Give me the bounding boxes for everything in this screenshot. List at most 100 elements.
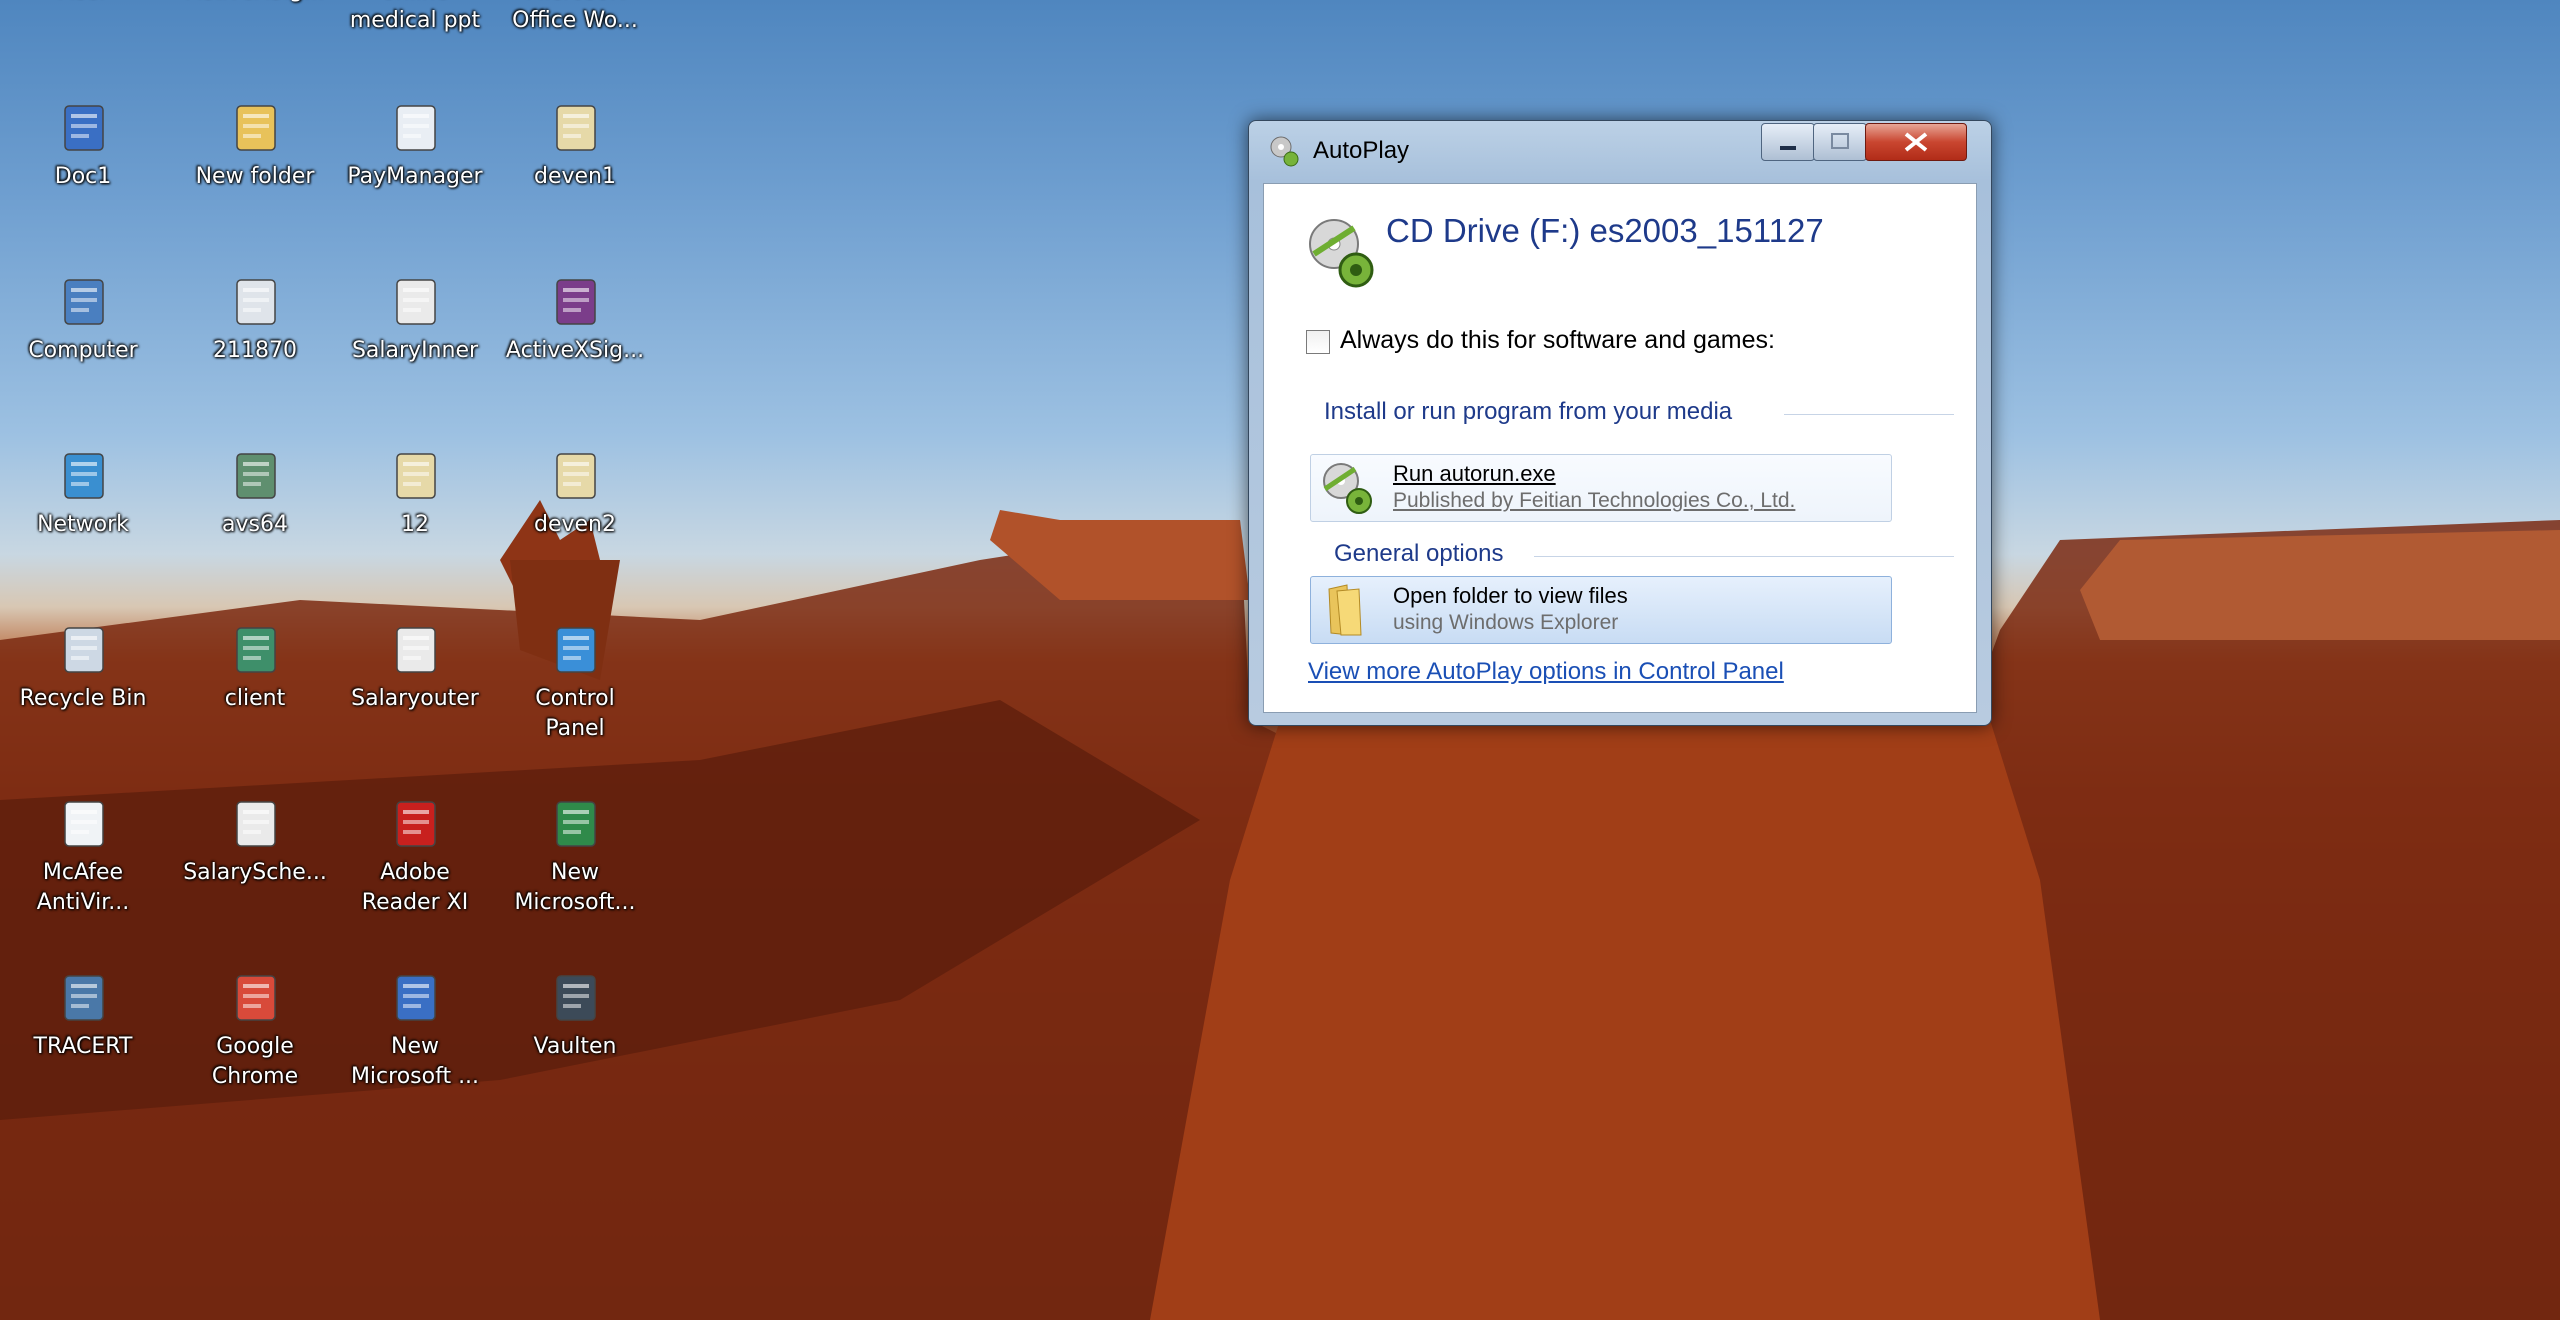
desktop-icon-label: New Microsoft... [514,860,636,915]
certificate-icon [387,448,443,504]
desktop-icon-label: Acer [8,0,158,6]
installer-icon [227,448,283,504]
desktop-icon[interactable]: Recycle Bin [8,622,158,714]
text-file-icon [387,100,443,156]
desktop-icon-label: avs64 [222,512,288,537]
image-file-icon [387,622,443,678]
drive-title: CD Drive (F:) es2003_151127 [1386,212,1824,249]
general-options-heading: General options [1334,540,1504,567]
desktop-icon[interactable]: Network [8,448,158,540]
desktop-icon-label: PayManager [347,164,483,189]
open-folder-subtitle: using Windows Explorer [1393,611,1619,634]
maximize-button[interactable] [1813,123,1867,161]
desktop-background: Acer ActiveXSig... online medical ppt Micro… [0,0,2560,1320]
section-divider [1784,414,1954,415]
desktop-icon-label: Control Panel [535,686,615,741]
client-app-icon [227,622,283,678]
desktop-icon[interactable]: Microsoft Office Wo... [500,0,650,36]
always-do-this-checkbox[interactable] [1306,330,1330,354]
desktop-icon[interactable]: Control Panel [500,622,650,744]
control-panel-icon [547,622,603,678]
desktop-icon-label: Salaryouter [351,686,479,711]
desktop-icon[interactable]: Computer [8,274,158,366]
autoplay-titlebar[interactable]: AutoPlay [1249,121,1991,181]
desktop-icon[interactable]: PayManager [340,100,490,192]
desktop-icon-label: Google Chrome [211,1034,299,1089]
desktop-icon[interactable]: avs64 [180,448,330,540]
desktop-icon-label: McAfee AntiVir... [36,860,130,915]
minimize-button[interactable] [1761,123,1815,161]
desktop-icon[interactable]: client [180,622,330,714]
open-folder-title: Open folder to view files [1393,583,1628,608]
desktop-icon-label: TRACERT [33,1034,133,1059]
desktop-icon-label: New folder [195,164,315,189]
document-icon [227,274,283,330]
run-autorun-title: Run autorun.exe [1393,461,1556,486]
desktop-icon-label: Vaulten [533,1034,617,1059]
desktop-icon[interactable]: deven1 [500,100,650,192]
desktop-icon-label: Microsoft Office Wo... [512,0,638,33]
computer-icon [55,274,111,330]
desktop-icon[interactable]: Adobe Reader XI [340,796,490,918]
desktop-icon[interactable]: 211870 [180,274,330,366]
desktop-icon[interactable]: Salaryouter [340,622,490,714]
desktop-icon[interactable]: McAfee AntiVir... [8,796,158,918]
desktop-icon[interactable]: New Microsoft... [500,796,650,918]
desktop-icon[interactable]: Google Chrome [180,970,330,1092]
desktop-icon[interactable]: 12 [340,448,490,540]
desktop-icon-label: deven1 [534,164,616,189]
desktop-icon[interactable]: New folder [180,100,330,192]
desktop-icon-label: ActiveXSig... [505,338,645,363]
cd-drive-icon [1309,219,1374,288]
image-file-icon [387,274,443,330]
window-title: AutoPlay [1313,137,1410,164]
desktop-icon-label: ActiveXSig... [180,0,330,6]
desktop-icon[interactable]: ActiveXSig... [500,274,650,366]
chrome-icon [227,970,283,1026]
run-autorun-publisher: Published by Feitian Technologies Co., L… [1393,489,1796,512]
maximize-icon [1831,133,1849,149]
open-folder-option[interactable]: Open folder to view files using Windows … [1310,576,1892,644]
desktop-icon-label: Adobe Reader XI [361,860,469,915]
autoplay-icon [1270,136,1299,167]
desktop-icon[interactable]: Vaulten [500,970,650,1062]
desktop-icon[interactable]: deven2 [500,448,650,540]
excel-icon [547,796,603,852]
desktop-icon-label: Recycle Bin [19,686,147,711]
run-autorun-option[interactable]: Run autorun.exe Published by Feitian Tec… [1310,454,1892,522]
certificate-icon [547,100,603,156]
desktop-icon[interactable]: SalarySche... [180,796,330,888]
tracert-shortcut-icon [55,970,111,1026]
desktop-icon-label: online medical ppt [349,0,481,33]
desktop-icon[interactable]: online medical ppt [340,0,490,36]
desktop-icon-label: New Microsoft ... [350,1034,480,1089]
autoplay-content: CD Drive (F:) es2003_151127 Always do th… [1263,183,1977,713]
close-button[interactable] [1865,123,1967,161]
desktop-icon-label: SalaryInner [351,338,479,363]
network-icon [55,448,111,504]
desktop-icon[interactable]: ActiveXSig... [180,0,330,6]
desktop-icon[interactable]: Acer [8,0,158,6]
desktop-icon-label: SalarySche... [183,860,327,885]
close-icon [1904,132,1928,152]
desktop-icon[interactable]: Doc1 [8,100,158,192]
word-doc-icon [387,970,443,1026]
desktop-icon-label: 211870 [213,338,297,363]
install-section-heading: Install or run program from your media [1324,398,1733,425]
desktop-icon-label: deven2 [534,512,616,537]
desktop-icon-label: 12 [401,512,429,537]
winrar-icon [547,274,603,330]
image-file-icon [227,796,283,852]
recycle-bin-icon [55,622,111,678]
autorun-icon [1323,463,1372,514]
adobe-reader-icon [387,796,443,852]
desktop-icon[interactable]: TRACERT [8,970,158,1062]
desktop-icon[interactable]: New Microsoft ... [340,970,490,1092]
folder-icon [1328,584,1362,636]
minimize-icon [1780,146,1796,150]
desktop-icon[interactable]: SalaryInner [340,274,490,366]
desktop-icon-label: client [224,686,286,711]
view-more-autoplay-options-link[interactable]: View more AutoPlay options in Control Pa… [1308,658,1784,686]
section-divider [1534,556,1954,557]
autoplay-window: AutoPlay CD Drive (F:) es2003_151127 Alw… [1248,120,1992,726]
